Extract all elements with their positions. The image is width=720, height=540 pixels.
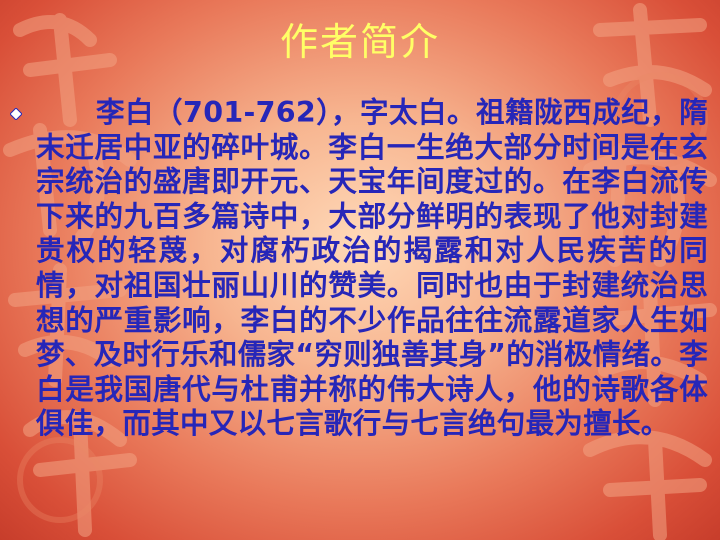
slide: 作者简介 李白（701-762），字太白。祖籍陇西成纪，隋末迁居中亚的碎叶城。李… bbox=[0, 0, 720, 540]
slide-title: 作者简介 bbox=[279, 20, 440, 64]
author-intro-text: 李白（701-762），字太白。祖籍陇西成纪，隋末迁居中亚的碎叶城。李白一生绝大… bbox=[36, 96, 708, 441]
diamond-bullet-icon bbox=[10, 108, 22, 120]
